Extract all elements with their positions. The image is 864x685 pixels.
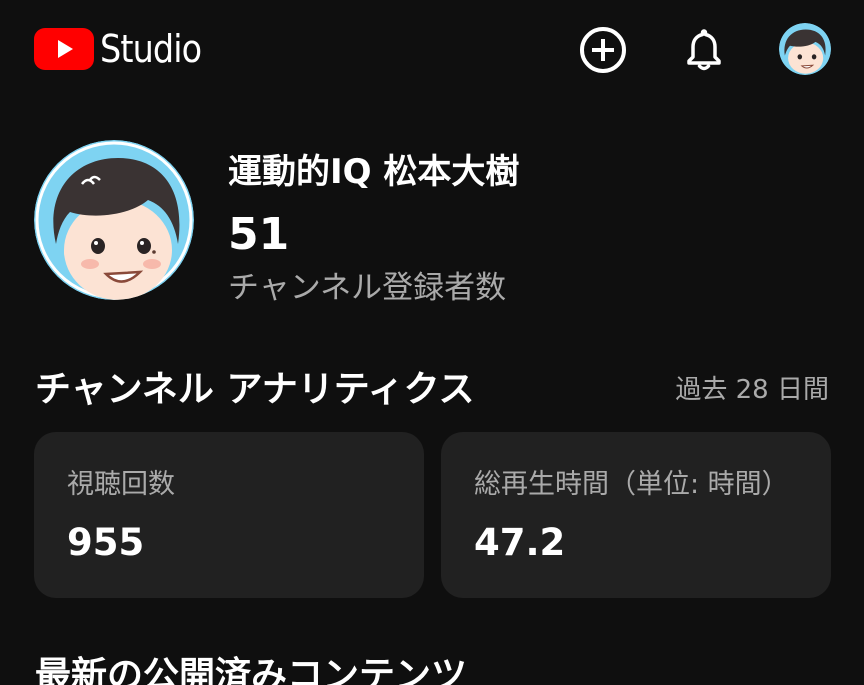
app-header: Studio — [0, 0, 864, 100]
views-card[interactable]: 視聴回数 955 — [34, 432, 424, 598]
latest-content-title: 最新の公開済みコンテンツ — [35, 655, 468, 685]
youtube-play-icon — [34, 28, 94, 70]
views-value: 955 — [67, 521, 145, 564]
watch-time-value: 47.2 — [474, 521, 566, 564]
watch-time-label: 総再生時間（単位: 時間） — [474, 469, 789, 500]
studio-logo[interactable]: Studio — [34, 28, 215, 70]
views-label: 視聴回数 — [67, 469, 175, 500]
studio-dashboard: Studio 運動的IQ 松本大樹 51 チャンネル登録者数 チャンネル アナリ… — [0, 0, 864, 685]
analytics-title: チャンネル アナリティクス — [35, 369, 475, 410]
watch-time-card[interactable]: 総再生時間（単位: 時間） 47.2 — [441, 432, 831, 598]
notifications-bell-icon[interactable] — [679, 25, 729, 75]
account-avatar[interactable] — [779, 23, 831, 75]
create-icon[interactable] — [578, 25, 628, 75]
channel-name: 運動的IQ 松本大樹 — [228, 152, 520, 192]
channel-avatar[interactable] — [34, 140, 194, 300]
subscriber-label: チャンネル登録者数 — [228, 270, 507, 306]
analytics-period: 過去 28 日間 — [675, 375, 829, 405]
subscriber-count: 51 — [228, 209, 290, 260]
logo-text: Studio — [100, 27, 202, 71]
